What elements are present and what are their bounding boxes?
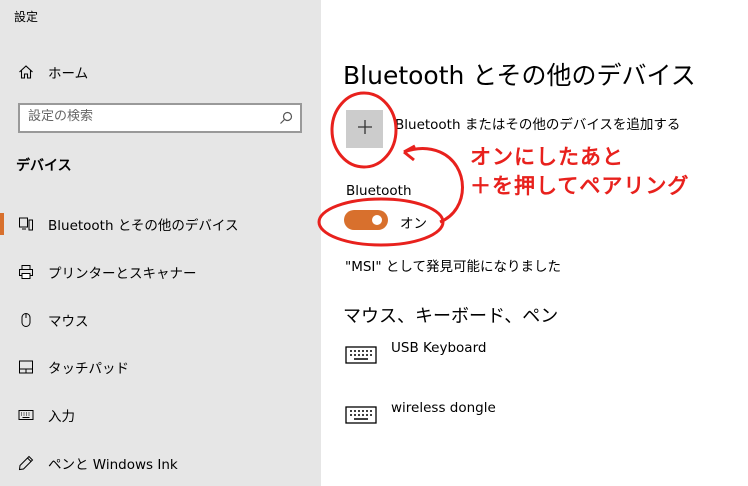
annotation-text-line2: ＋を押してペアリング (470, 174, 690, 198)
search-box[interactable] (18, 103, 302, 133)
device-item-wireless-dongle[interactable]: wireless dongle (345, 400, 725, 440)
selection-indicator (0, 213, 4, 235)
annotation-text-line1: オンにしたあと (470, 145, 624, 169)
toggle-state-label: オン (400, 216, 427, 232)
devices-section-heading: マウス、キーボード、ペン (343, 306, 559, 327)
discoverable-status: "MSI" として発見可能になりました (345, 259, 562, 275)
bluetooth-toggle[interactable] (344, 210, 388, 230)
device-item-usb-keyboard[interactable]: USB Keyboard (345, 340, 725, 380)
sidebar-item-home[interactable]: ホーム (0, 52, 321, 92)
keyboard-icon (345, 346, 379, 368)
search-icon[interactable] (278, 110, 294, 126)
keyboard-icon (345, 406, 379, 428)
search-input[interactable] (28, 109, 268, 124)
home-icon (17, 63, 35, 81)
touchpad-icon (17, 358, 35, 376)
sidebar-item-printers[interactable]: プリンターとスキャナー (0, 252, 321, 292)
sidebar-item-touchpad[interactable]: タッチパッド (0, 347, 321, 387)
printer-icon (17, 263, 35, 281)
sidebar-item-label: Bluetooth とその他のデバイス (48, 218, 239, 234)
sidebar-item-label: タッチパッド (48, 361, 129, 377)
sidebar-item-label: プリンターとスキャナー (48, 266, 197, 282)
add-device-label[interactable]: Bluetooth またはその他のデバイスを追加する (395, 113, 680, 133)
sidebar-item-mouse[interactable]: マウス (0, 300, 321, 340)
device-name: wireless dongle (391, 400, 496, 416)
sidebar-item-bluetooth[interactable]: Bluetooth とその他のデバイス (0, 204, 321, 244)
sidebar-item-input[interactable]: 入力 (0, 395, 321, 435)
sidebar-item-label: ペンと Windows Ink (48, 457, 178, 473)
toggle-knob (372, 215, 382, 225)
sidebar-item-pen[interactable]: ペンと Windows Ink (0, 443, 321, 483)
bluetooth-label: Bluetooth (346, 183, 412, 199)
pen-icon (17, 454, 35, 472)
keyboard-icon (17, 406, 35, 424)
sidebar-item-label: 入力 (48, 409, 75, 425)
add-device-button[interactable] (346, 110, 383, 148)
device-name: USB Keyboard (391, 340, 487, 356)
window-title: 設定 (14, 10, 39, 24)
mouse-icon (17, 311, 35, 329)
section-heading: デバイス (16, 158, 72, 174)
plus-icon (356, 118, 374, 140)
sidebar-item-label: マウス (48, 314, 89, 330)
page-title: Bluetooth とその他のデバイス (343, 61, 696, 90)
sidebar: 設定 ホーム デバイス Bluetooth とその他のデバイス プリンターとスキ… (0, 0, 321, 486)
sidebar-item-label: ホーム (48, 66, 89, 82)
bluetooth-device-icon (17, 215, 35, 233)
